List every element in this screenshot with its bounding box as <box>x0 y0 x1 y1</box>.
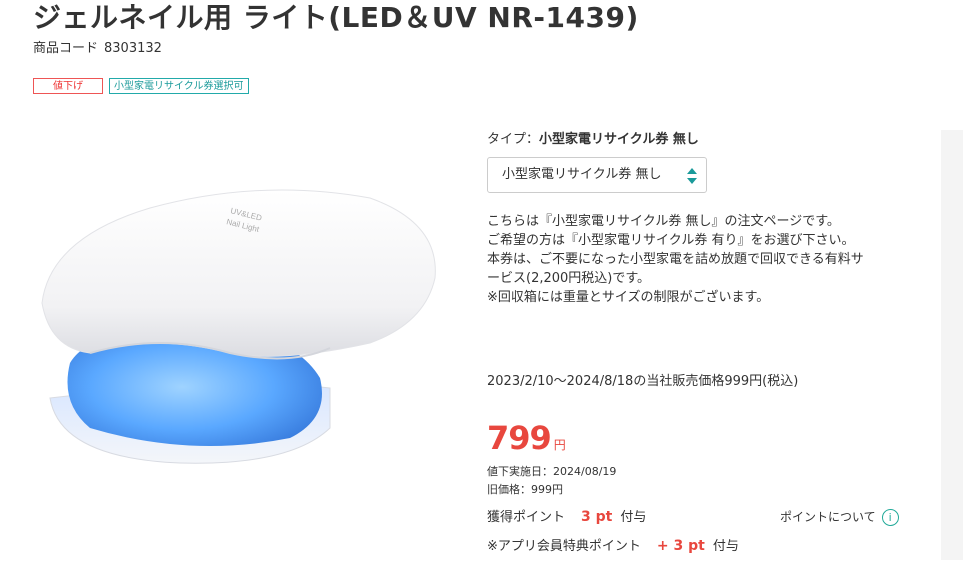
earn-points-value: 3 pt <box>581 509 613 525</box>
app-points-value: + 3 pt <box>656 538 705 554</box>
description-line: ービス(2,200円税込)です。 <box>487 271 651 286</box>
price-value: 799 <box>487 419 552 457</box>
type-select[interactable]: 小型家電リサイクル券 無し <box>487 157 707 193</box>
sale-price: 799 円 <box>487 418 566 458</box>
description-line: 本券は、ご不要になった小型家電を詰め放題で回収できる有料サ <box>487 252 864 267</box>
app-points-label: ※アプリ会員特典ポイント <box>487 539 641 554</box>
scroll-track[interactable] <box>941 130 963 560</box>
recycle-badge: 小型家電リサイクル券選択可 <box>109 78 249 94</box>
earn-points: 獲得ポイント 3 pt 付与 <box>487 508 646 527</box>
product-code-label: 商品コード <box>33 41 99 56</box>
type-label: タイプ：小型家電リサイクル券 無し <box>487 131 699 149</box>
product-title: ジェルネイル用 ライト(LED＆UV NR-1439) <box>33 1 639 34</box>
earn-points-label: 獲得ポイント <box>487 510 566 525</box>
info-icon: i <box>881 509 899 526</box>
price-currency: 円 <box>553 438 566 452</box>
product-code-value: 8303132 <box>104 41 162 56</box>
type-label-prefix: タイプ： <box>487 132 540 147</box>
earn-points-suffix: 付与 <box>620 510 647 525</box>
select-arrows-icon <box>687 168 697 184</box>
points-about-link[interactable]: ポイントについて i <box>780 508 899 526</box>
type-select-value: 小型家電リサイクル券 無し <box>502 167 662 182</box>
description-line: こちらは『小型家電リサイクル券 無し』の注文ページです。 <box>487 214 840 229</box>
price-period: 2023/2/10～2024/8/18の当社販売価格999円(税込) <box>487 374 799 389</box>
old-price: 旧価格：999円 <box>487 483 563 496</box>
product-code: 商品コード 8303132 <box>33 40 168 58</box>
app-points: ※アプリ会員特典ポイント + 3 pt 付与 <box>487 537 739 556</box>
description-line: ※回収箱には重量とサイズの制限がございます。 <box>487 290 770 305</box>
product-description: こちらは『小型家電リサイクル券 無し』の注文ページです。 ご希望の方は『小型家電… <box>487 212 907 307</box>
product-image: UV&LED Nail Light <box>30 128 450 558</box>
type-selected: 小型家電リサイクル券 無し <box>539 132 699 147</box>
description-line: ご希望の方は『小型家電リサイクル券 有り』をお選び下さい。 <box>487 233 855 248</box>
app-points-suffix: 付与 <box>712 539 739 554</box>
points-about-label: ポイントについて <box>780 510 876 524</box>
reduction-date: 値下実施日：2024/08/19 <box>487 465 617 478</box>
sale-badge: 値下げ <box>33 78 103 94</box>
